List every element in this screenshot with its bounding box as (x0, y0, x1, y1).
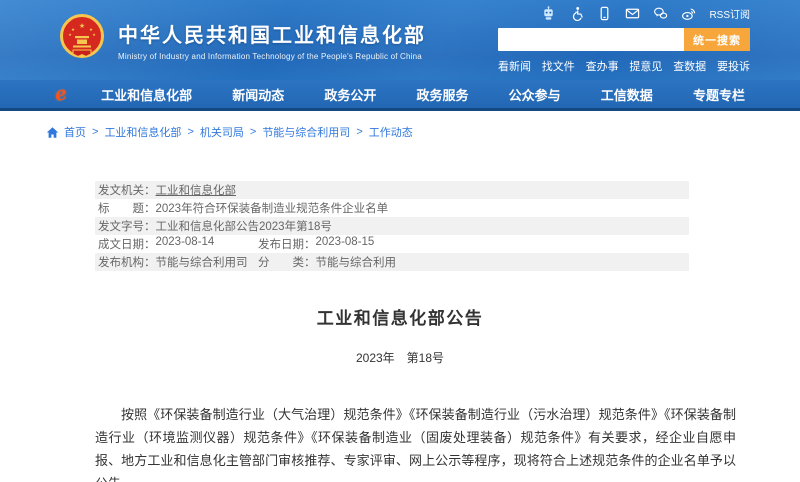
breadcrumb-home[interactable]: 首页 (64, 124, 86, 140)
breadcrumb-separator: > (92, 126, 98, 138)
nav-item-miit[interactable]: 工业和信息化部 (101, 85, 192, 104)
wechat-icon[interactable] (653, 6, 668, 21)
meta-row-doc-number: 发文字号： 工业和信息化部公告2023年第18号 (95, 217, 689, 235)
search-button[interactable]: 统一搜索 (684, 28, 750, 51)
article-paragraph: 按照《环保装备制造行业（大气治理）规范条件》《环保装备制造行业（污水治理）规范条… (95, 403, 736, 482)
quick-links: 看新闻 找文件 查办事 提意见 查数据 要投诉 (498, 58, 750, 74)
header-tools: RSS订阅 统一搜索 看新闻 找文件 查办事 提意见 查数据 要投诉 (498, 6, 750, 74)
qa-robot-icon[interactable] (541, 6, 556, 21)
quick-link-services[interactable]: 查办事 (586, 58, 619, 74)
site-logo[interactable]: ★ ★ ★ ★ ★ 中华人民共和国工业和信息化部 Ministry of Ind… (58, 12, 426, 68)
quick-link-news[interactable]: 看新闻 (498, 58, 531, 74)
meta-row-issuing-agency: 发文机关： 工业和信息化部 (95, 181, 689, 199)
meta-label: 标 题： (98, 200, 156, 216)
article-page: 发文机关： 工业和信息化部 标 题： 2023年符合环保装备制造业规范条件企业名… (60, 151, 740, 482)
national-emblem-icon: ★ ★ ★ ★ ★ (58, 12, 106, 68)
nav-item-gov-open[interactable]: 政务公开 (324, 85, 376, 104)
document-meta-table: 发文机关： 工业和信息化部 标 题： 2023年符合环保装备制造业规范条件企业名… (95, 181, 689, 271)
quick-link-data[interactable]: 查数据 (673, 58, 706, 74)
miit-e-logo-icon[interactable]: e (53, 84, 68, 105)
header-banner: ★ ★ ★ ★ ★ 中华人民共和国工业和信息化部 Ministry of Ind… (0, 0, 800, 80)
meta-label: 发文机关： (98, 182, 156, 198)
nav-item-data[interactable]: 工信数据 (601, 85, 653, 104)
mobile-icon[interactable] (597, 6, 612, 21)
breadcrumb-separator: > (356, 126, 362, 138)
meta-value-category: 节能与综合利用 (316, 254, 397, 270)
site-title: 中华人民共和国工业和信息化部 (118, 19, 426, 48)
meta-value-written-date: 2023-08-14 (156, 236, 215, 252)
quick-link-suggest[interactable]: 提意见 (629, 58, 662, 74)
main-nav: e 工业和信息化部 新闻动态 政务公开 政务服务 公众参与 工信数据 专题专栏 (0, 80, 800, 111)
article-body: 按照《环保装备制造行业（大气治理）规范条件》《环保装备制造行业（污水治理）规范条… (95, 403, 736, 482)
article-title: 工业和信息化部公告 (60, 304, 740, 329)
meta-label: 发布日期： (258, 236, 316, 252)
meta-label: 发布机构： (98, 254, 156, 270)
search-bar: 统一搜索 (498, 28, 750, 51)
site-subtitle: Ministry of Industry and Information Tec… (118, 52, 426, 61)
meta-row-publisher: 发布机构： 节能与综合利用司 分 类： 节能与综合利用 (95, 253, 689, 271)
search-input[interactable] (498, 28, 684, 51)
meta-value-title: 2023年符合环保装备制造业规范条件企业名单 (156, 200, 389, 216)
breadcrumb-current: 工作动态 (369, 124, 413, 140)
breadcrumb-departments[interactable]: 机关司局 (200, 124, 244, 140)
meta-value-publish-date: 2023-08-15 (316, 236, 375, 252)
quick-link-files[interactable]: 找文件 (542, 58, 575, 74)
meta-label: 成文日期： (98, 236, 156, 252)
svg-text:★: ★ (79, 22, 85, 30)
meta-label: 发文字号： (98, 218, 156, 234)
mail-icon[interactable] (625, 6, 640, 21)
article-doc-number: 2023年 第18号 (60, 349, 740, 366)
rss-subscribe-link[interactable]: RSS订阅 (709, 6, 750, 21)
nav-item-topics[interactable]: 专题专栏 (693, 85, 745, 104)
nav-item-gov-service[interactable]: 政务服务 (417, 85, 469, 104)
nav-item-news[interactable]: 新闻动态 (232, 85, 284, 104)
svg-text:★: ★ (92, 32, 96, 37)
meta-value-publisher: 节能与综合利用司 (156, 254, 248, 270)
home-icon[interactable] (46, 126, 59, 139)
meta-value-issuing-agency[interactable]: 工业和信息化部 (156, 182, 237, 198)
meta-row-dates: 成文日期： 2023-08-14 发布日期： 2023-08-15 (95, 235, 689, 253)
breadcrumb-separator: > (187, 126, 193, 138)
svg-text:★: ★ (68, 32, 72, 37)
weibo-icon[interactable] (681, 6, 696, 21)
breadcrumb-miit[interactable]: 工业和信息化部 (104, 124, 181, 140)
breadcrumb: 首页 > 工业和信息化部 > 机关司局 > 节能与综合利用司 > 工作动态 (0, 111, 800, 151)
meta-value-doc-number: 工业和信息化部公告2023年第18号 (156, 218, 332, 234)
utility-icon-row: RSS订阅 (498, 6, 750, 21)
meta-row-title: 标 题： 2023年符合环保装备制造业规范条件企业名单 (95, 199, 689, 217)
breadcrumb-energy-dept[interactable]: 节能与综合利用司 (262, 124, 350, 140)
nav-item-participation[interactable]: 公众参与 (509, 85, 561, 104)
meta-label: 分 类： (258, 254, 316, 270)
breadcrumb-separator: > (250, 126, 256, 138)
quick-link-complaint[interactable]: 要投诉 (717, 58, 750, 74)
accessibility-icon[interactable] (569, 6, 584, 21)
